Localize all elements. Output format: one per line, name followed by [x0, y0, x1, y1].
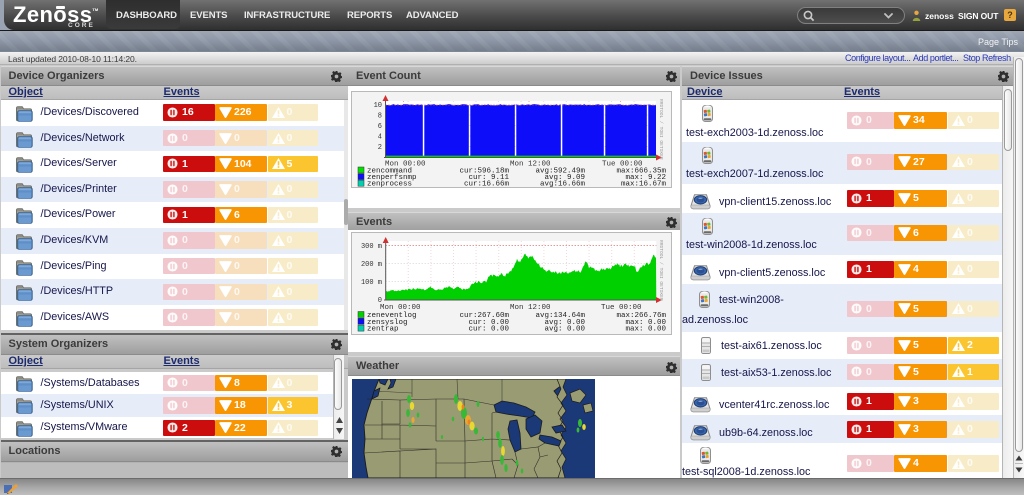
- svg-text:Mon 12:00: Mon 12:00: [510, 304, 551, 312]
- svg-text:avg:16.66m: avg:16.66m: [540, 180, 586, 188]
- svg-text:max: 0.00: max: 0.00: [625, 325, 666, 333]
- svg-text:4: 4: [378, 133, 382, 141]
- svg-text:avg: 0.00: avg: 0.00: [544, 325, 585, 333]
- svg-text:cur:16.66m: cur:16.66m: [464, 180, 510, 188]
- svg-text:RRDTOOL / TOBI OETIKER: RRDTOOL / TOBI OETIKER: [658, 99, 664, 160]
- svg-text:zentrap: zentrap: [367, 325, 399, 333]
- svg-text:8: 8: [378, 112, 382, 120]
- svg-text:zenprocess: zenprocess: [367, 180, 412, 188]
- svg-text:cur: 0.00: cur: 0.00: [468, 325, 509, 333]
- svg-text:RRDTOOL / TOBI OETIKER: RRDTOOL / TOBI OETIKER: [658, 240, 664, 301]
- svg-text:Mon 00:00: Mon 00:00: [380, 304, 421, 312]
- svg-text:300 m: 300 m: [361, 243, 382, 251]
- svg-text:2: 2: [378, 144, 382, 152]
- svg-text:100 m: 100 m: [361, 279, 382, 287]
- svg-text:Tue 00:00: Tue 00:00: [601, 304, 642, 312]
- svg-text:10: 10: [374, 102, 382, 110]
- svg-text:6: 6: [378, 123, 382, 131]
- svg-text:max:16.67m: max:16.67m: [621, 180, 667, 188]
- svg-text:200 m: 200 m: [361, 261, 382, 269]
